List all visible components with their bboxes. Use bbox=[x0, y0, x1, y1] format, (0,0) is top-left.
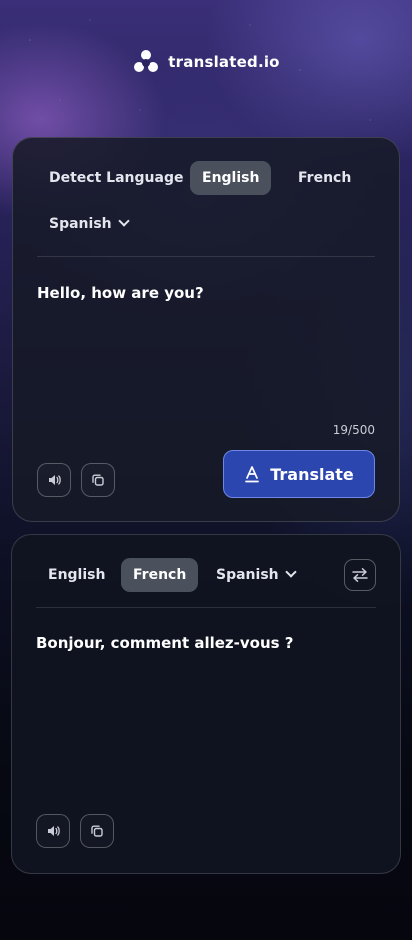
brand-logo[interactable]: translated.io bbox=[0, 48, 412, 76]
target-panel: English French Spanish Bonjour, comment … bbox=[11, 534, 401, 874]
tab-label: French bbox=[298, 170, 352, 186]
target-tab-french[interactable]: French bbox=[121, 558, 199, 592]
swap-languages-button[interactable] bbox=[344, 559, 376, 591]
source-tab-detect-language[interactable]: Detect Language bbox=[37, 161, 195, 195]
translate-label: Translate bbox=[270, 464, 354, 484]
source-text-input[interactable]: Hello, how are you? bbox=[37, 284, 375, 302]
character-counter: 19/500 bbox=[332, 423, 375, 437]
source-speaker-button[interactable] bbox=[37, 463, 71, 497]
tab-label: English bbox=[202, 170, 260, 186]
target-divider bbox=[36, 607, 376, 608]
tab-label: Detect Language bbox=[49, 170, 184, 186]
source-copy-button[interactable] bbox=[81, 463, 115, 497]
tab-label: Spanish bbox=[216, 567, 279, 583]
source-panel: Detect Language English French Spanish H… bbox=[12, 137, 400, 522]
target-copy-button[interactable] bbox=[80, 814, 114, 848]
target-tab-english[interactable]: English bbox=[36, 558, 117, 592]
speaker-icon bbox=[49, 475, 61, 485]
target-speaker-button[interactable] bbox=[36, 814, 70, 848]
translate-icon bbox=[245, 466, 260, 483]
chevron-down-icon bbox=[284, 566, 297, 578]
logo-mark-icon bbox=[134, 50, 159, 72]
translate-button[interactable]: Translate bbox=[223, 450, 375, 498]
source-tab-english[interactable]: English bbox=[190, 161, 272, 195]
tab-label: English bbox=[48, 567, 106, 583]
chevron-down-icon bbox=[117, 215, 130, 227]
brand-name: translated.io bbox=[168, 53, 280, 71]
source-language-tabs: Detect Language English French Spanish bbox=[37, 161, 375, 241]
copy-icon bbox=[91, 825, 103, 837]
source-tab-french[interactable]: French bbox=[286, 161, 363, 195]
tab-label: French bbox=[133, 567, 187, 583]
source-tab-spanish-dropdown[interactable]: Spanish bbox=[37, 207, 140, 241]
copy-icon bbox=[92, 474, 104, 486]
translated-text-output: Bonjour, comment allez-vous ? bbox=[36, 634, 294, 652]
target-tab-spanish-dropdown[interactable]: Spanish bbox=[204, 558, 307, 592]
speaker-icon bbox=[48, 826, 60, 836]
target-language-tabs: English French Spanish bbox=[36, 558, 376, 592]
swap-icon bbox=[352, 568, 368, 582]
tab-label: Spanish bbox=[49, 216, 112, 232]
source-divider bbox=[37, 256, 375, 257]
